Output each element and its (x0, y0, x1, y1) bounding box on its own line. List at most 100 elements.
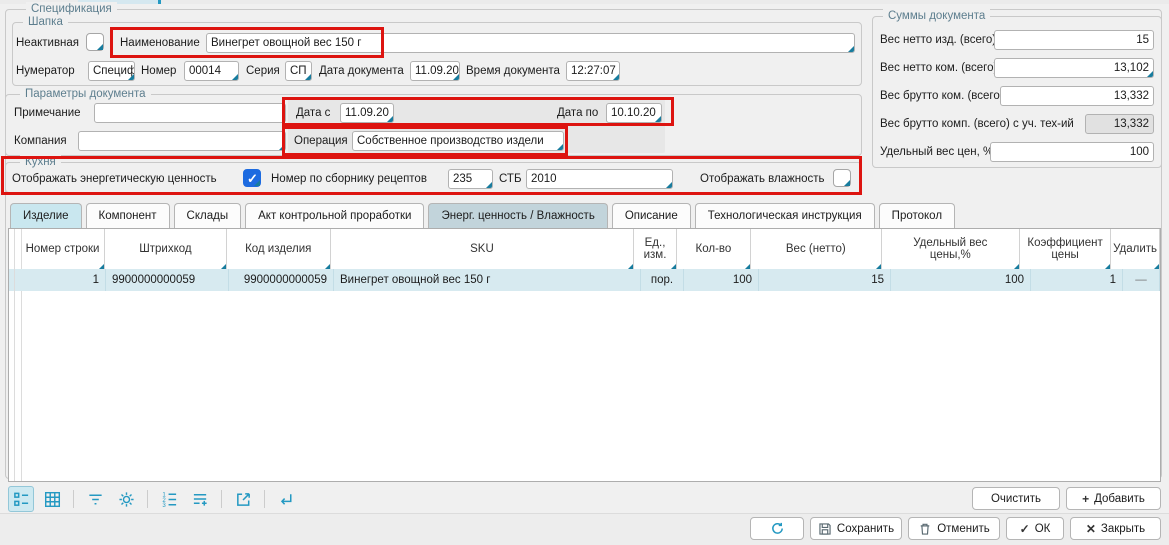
tab-energy[interactable]: Энерг. ценность / Влажность (428, 203, 607, 228)
operation-field[interactable]: Собственное производство издели (352, 131, 564, 151)
add-row-list-button[interactable] (187, 486, 213, 512)
cell-delete-dash[interactable]: — (1123, 269, 1160, 291)
col-header-qty[interactable]: Кол-во (677, 229, 751, 269)
energy-label: Отображать энергетическую ценность (12, 169, 217, 189)
reload-rows-button[interactable] (273, 486, 299, 512)
col-header-barcode[interactable]: Штрихкод (105, 229, 227, 269)
cancel-button-label: Отменить (937, 523, 990, 535)
col-header-line-number[interactable]: Номер строки (21, 229, 105, 269)
sum-label: Удельный вес цен, % (880, 142, 993, 162)
numerator-label: Нумератор (16, 61, 75, 81)
settings-button[interactable] (113, 486, 139, 512)
params-group-caption: Параметры документа (20, 87, 151, 102)
sum-label: Вес брутто ком. (всего) (880, 86, 1004, 106)
open-window-button[interactable] (230, 486, 256, 512)
filter-icon (87, 491, 104, 508)
tab-izdelie[interactable]: Изделие (10, 203, 82, 228)
table-header-row: Номер строки Штрихкод Код изделия SKU Ед… (21, 229, 1160, 269)
name-field[interactable]: Винегрет овощной вес 150 г (206, 33, 855, 53)
recipe-number-label: Номер по сборнику рецептов (271, 169, 427, 189)
doc-time-label: Время документа (466, 61, 560, 81)
cell-product-code: 9900000000059 (229, 269, 334, 291)
plus-icon: + (1082, 492, 1089, 506)
date-from-label: Дата с (296, 103, 330, 123)
clear-button[interactable]: Очистить (972, 487, 1060, 510)
kitchen-group-caption: Кухня (20, 155, 61, 170)
tab-instrukcia[interactable]: Технологическая инструкция (695, 203, 875, 228)
settings-gear-icon (118, 491, 135, 508)
tab-bar: Изделие Компонент Склады Акт контрольной… (10, 202, 955, 228)
humidity-checkbox[interactable] (833, 169, 851, 187)
refresh-button[interactable] (750, 517, 804, 540)
date-to-label: Дата по (557, 103, 598, 123)
tab-opisanie[interactable]: Описание (612, 203, 691, 228)
series-label: Серия (246, 61, 280, 81)
doc-time-field[interactable]: 12:27:07 (566, 61, 620, 81)
col-header-net-weight[interactable]: Вес (нетто) (751, 229, 882, 269)
toolbar-separator (221, 490, 222, 508)
sum-label: Вес нетто ком. (всего) (880, 58, 997, 78)
toolbar-separator (147, 490, 148, 508)
header-group-caption: Шапка (23, 15, 68, 30)
note-field[interactable] (94, 103, 286, 123)
close-button[interactable]: ✕ Закрыть (1070, 517, 1161, 540)
cell-unit: пор. (641, 269, 684, 291)
ok-button[interactable]: ✓ ОК (1006, 517, 1064, 540)
refresh-icon (770, 521, 785, 536)
cell-net-weight: 15 (759, 269, 891, 291)
filter-button[interactable] (82, 486, 108, 512)
gross-weight-tech-field: 13,332 (1085, 114, 1154, 134)
energy-checkbox[interactable] (243, 169, 261, 187)
toolbar-separator (73, 490, 74, 508)
humidity-label: Отображать влажность (700, 169, 825, 189)
check-icon: ✓ (1020, 522, 1030, 536)
save-button[interactable]: Сохранить (810, 517, 902, 540)
company-field[interactable] (78, 131, 286, 151)
number-field[interactable]: 00014 (184, 61, 239, 81)
tab-protokol[interactable]: Протокол (879, 203, 955, 228)
parent-tab-strip (0, 0, 1169, 4)
col-header-price-coef[interactable]: Коэффициент цены (1020, 229, 1111, 269)
add-row-icon (192, 491, 209, 508)
row-view-icon (13, 491, 30, 508)
inactive-checkbox[interactable] (86, 33, 104, 51)
sums-group-caption: Суммы документа (883, 9, 990, 24)
col-header-product-code[interactable]: Код изделия (227, 229, 331, 269)
price-share-field[interactable]: 100 (990, 142, 1154, 162)
stb-field[interactable]: 2010 (526, 169, 673, 189)
cell-price-coef: 1 (1031, 269, 1123, 291)
col-header-sku[interactable]: SKU (331, 229, 635, 269)
series-field[interactable]: СП (285, 61, 312, 81)
table-toolbar: 123 (8, 486, 299, 512)
date-to-field[interactable]: 10.10.20 (606, 103, 662, 123)
net-weight-comp-field[interactable]: 13,102 (994, 58, 1154, 78)
save-icon (818, 522, 832, 536)
stb-label: СТБ (499, 169, 522, 189)
cell-sku: Винегрет овощной вес 150 г (334, 269, 641, 291)
svg-text:3: 3 (162, 502, 166, 508)
tab-sklady[interactable]: Склады (174, 203, 242, 228)
add-button[interactable]: + Добавить (1066, 487, 1161, 510)
net-weight-product-field[interactable]: 15 (994, 30, 1154, 50)
recipe-number-field[interactable]: 235 (448, 169, 493, 189)
specification-window: Спецификация Шапка Неактивная Наименован… (0, 0, 1169, 545)
company-label: Компания (14, 131, 67, 151)
col-header-price-share[interactable]: Удельный вес цены,% (882, 229, 1020, 269)
table-row[interactable]: 1 9900000000059 9900000000059 Винегрет о… (21, 269, 1160, 291)
cell-qty: 100 (684, 269, 759, 291)
tab-akt[interactable]: Акт контрольной проработки (245, 203, 424, 228)
numbered-list-button[interactable]: 123 (156, 486, 182, 512)
open-external-icon (235, 491, 252, 508)
doc-date-field[interactable]: 11.09.20 (410, 61, 460, 81)
col-header-unit[interactable]: Ед., изм. (634, 229, 677, 269)
row-view-button[interactable] (8, 486, 34, 512)
clear-button-label: Очистить (991, 493, 1041, 505)
col-header-delete[interactable]: Удалить (1111, 229, 1160, 269)
gross-weight-comp-field[interactable]: 13,332 (1000, 86, 1154, 106)
cancel-button[interactable]: Отменить (908, 517, 1000, 540)
grid-view-button[interactable] (39, 486, 65, 512)
tab-komponent[interactable]: Компонент (86, 203, 170, 228)
date-from-field[interactable]: 11.09.20 (340, 103, 394, 123)
numerator-field[interactable]: Специфи (88, 61, 135, 81)
cell-price-share: 100 (891, 269, 1031, 291)
